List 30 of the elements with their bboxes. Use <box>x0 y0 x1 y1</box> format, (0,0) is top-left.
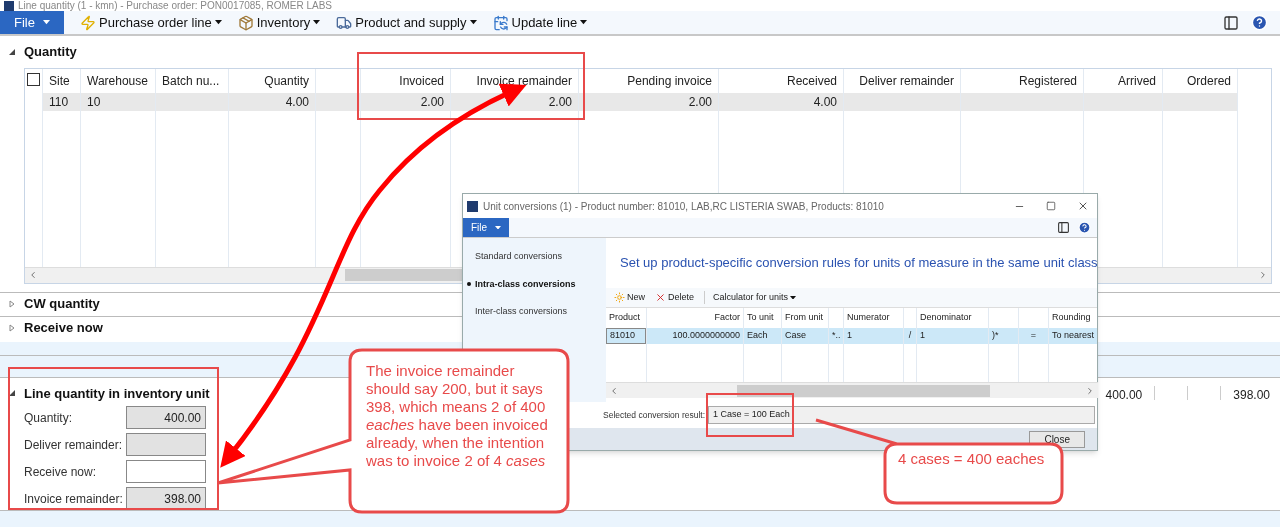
table-cell: *.. <box>829 328 843 344</box>
field-label: Receive now: <box>24 463 98 481</box>
table-cell: 1 <box>917 328 988 344</box>
table-cell: )* <box>989 328 1018 344</box>
table-cell: 110 <box>43 92 80 111</box>
field-value: 398.00 <box>1233 386 1270 404</box>
table-cell: 2.00 <box>579 92 718 111</box>
dialog-title: Unit conversions (1) - Product number: 81010, LAB,RC LISTERIA SWAB, Products: 81010 <box>483 199 884 214</box>
field-label: Quantity: <box>24 409 74 427</box>
page-heading: Set up product-specific conversion rules for units of measure in the same unit class <box>620 254 1098 273</box>
table-cell: To nearest <box>1049 328 1097 344</box>
callout-text: 4 cases = 400 eaches <box>898 450 1046 468</box>
window-title: Line quantity (1 - kmn) - Purchase order: PON0017085, ROMER LABS <box>18 0 333 11</box>
table-cell: 4.00 <box>719 92 843 111</box>
table-cell: 4.00 <box>229 92 315 111</box>
table-cell: Each <box>744 328 781 344</box>
table-cell: 81010 <box>606 328 646 344</box>
field-label: Invoice remainder: <box>24 490 124 508</box>
table-cell: = <box>1019 328 1048 344</box>
conversion-result-field: 1 Case = 100 Each <box>708 406 1095 424</box>
field-label: Selected conversion result: <box>603 408 706 422</box>
table-cell: / <box>904 328 916 344</box>
table-cell: 10 <box>81 92 155 111</box>
field-label: Deliver remainder: <box>24 436 124 454</box>
table-cell: 2.00 <box>361 92 450 111</box>
callout-text: The invoice remainder should say 200, but it says 398, which means 2 of 400 eaches have been invoiced already, when the intention was to invoice 2 of 4 cases <box>366 362 549 470</box>
table-cell: 100.0000000000 <box>647 328 743 344</box>
table-cell: Case <box>782 328 828 344</box>
table-cell: 1 <box>844 328 903 344</box>
field-value: 400.00 <box>1105 386 1143 404</box>
